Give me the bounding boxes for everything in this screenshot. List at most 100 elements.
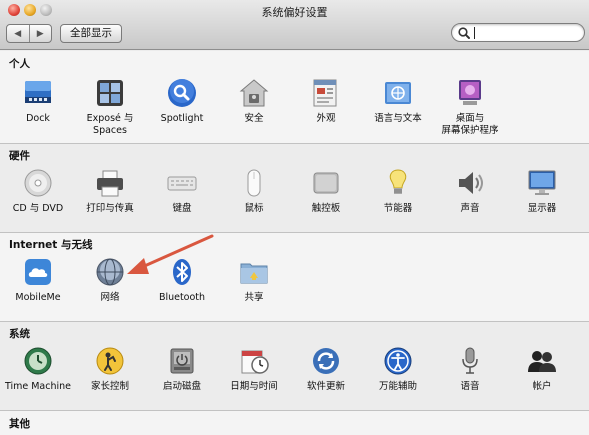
pref-trackpad[interactable]: 触控板	[290, 167, 362, 215]
pref-label: 触控板	[311, 203, 341, 214]
pref-time-machine[interactable]: Time Machine	[2, 345, 74, 393]
pref-label: 鼠标	[244, 203, 264, 214]
pref-startup-disk[interactable]: 启动磁盘	[146, 345, 218, 393]
pref-label: 安全	[244, 113, 264, 124]
pref-displays[interactable]: 显示器	[506, 167, 578, 215]
startup-disk-icon	[170, 348, 194, 374]
pref-parental-controls[interactable]: 家长控制	[74, 345, 146, 393]
pref-label: 键盘	[172, 203, 192, 214]
trackpad-icon	[313, 172, 339, 194]
pref-language-text[interactable]: 语言与文本	[362, 77, 434, 125]
section-internet-wireless: Internet 与无线 MobileMe 网络 Bluetooth 共享	[0, 233, 589, 321]
back-button[interactable]: ◀	[7, 25, 29, 42]
pref-sound[interactable]: 声音	[434, 167, 506, 215]
pref-dock[interactable]: Dock	[2, 77, 74, 125]
pref-cd-dvd[interactable]: CD 与 DVD	[2, 167, 74, 215]
cd-dvd-icon	[24, 169, 52, 197]
pref-label: 桌面与 屏幕保护程序	[441, 113, 499, 136]
navigation-buttons: ◀ ▶	[6, 24, 52, 43]
pref-expose-spaces[interactable]: Exposé 与 Spaces	[74, 77, 146, 137]
appearance-icon	[313, 79, 337, 107]
energy-saver-icon	[389, 169, 407, 194]
section-title-hardware: 硬件	[9, 150, 30, 162]
mouse-icon	[247, 169, 261, 197]
network-icon	[96, 258, 124, 286]
pref-label: 软件更新	[306, 381, 345, 392]
pref-label: Exposé 与 Spaces	[86, 113, 134, 136]
section-personal: 个人 Dock Exposé 与 Spaces Spotlight 安全 外观 …	[0, 51, 589, 143]
print-fax-icon	[97, 170, 123, 197]
pref-energy-saver[interactable]: 节能器	[362, 167, 434, 215]
window-title: 系统偏好设置	[261, 6, 328, 19]
pref-bluetooth[interactable]: Bluetooth	[146, 256, 218, 304]
section-system: 系统 Time Machine 家长控制 启动磁盘 日期与时间 软件更新 万能辅…	[0, 322, 589, 410]
dock-icon	[25, 81, 51, 103]
language-text-icon	[385, 82, 411, 104]
search-field[interactable]	[451, 23, 585, 42]
pref-security[interactable]: 安全	[218, 77, 290, 125]
section-other: 其他	[0, 411, 589, 435]
pref-speech[interactable]: 语音	[434, 345, 506, 393]
show-all-button[interactable]: 全部显示	[60, 24, 122, 43]
pref-desktop-screensaver[interactable]: 桌面与 屏幕保护程序	[434, 77, 506, 137]
pref-print-fax[interactable]: 打印与传真	[74, 167, 146, 215]
pref-label: 日期与时间	[230, 381, 278, 392]
pref-label: 外观	[316, 113, 336, 124]
bluetooth-icon	[173, 259, 191, 285]
displays-icon	[528, 170, 556, 195]
section-hardware: 硬件 CD 与 DVD 打印与传真 键盘 鼠标 触控板 节能器 声音 显示器	[0, 144, 589, 232]
pref-label: Bluetooth	[158, 292, 206, 303]
speech-icon	[462, 347, 478, 374]
pref-label: Spotlight	[160, 113, 204, 124]
pref-label: 语音	[460, 381, 480, 392]
pref-label: 显示器	[527, 203, 557, 214]
universal-access-icon	[384, 347, 412, 375]
pref-label: 节能器	[383, 203, 413, 214]
keyboard-icon	[167, 176, 197, 191]
pref-label: 家长控制	[90, 381, 129, 392]
date-time-icon	[241, 350, 269, 374]
pref-spotlight[interactable]: Spotlight	[146, 77, 218, 125]
software-update-icon	[313, 348, 339, 374]
pref-sharing[interactable]: 共享	[218, 256, 290, 304]
desktop-screensaver-icon	[459, 80, 481, 105]
search-input[interactable]	[474, 27, 475, 39]
pref-label: MobileMe	[15, 292, 61, 303]
sound-icon	[459, 172, 483, 194]
pref-label: Time Machine	[4, 381, 72, 392]
toolbar: 系统偏好设置 ◀ ▶ 全部显示	[0, 0, 589, 50]
pref-label: 打印与传真	[86, 203, 134, 214]
forward-button[interactable]: ▶	[28, 25, 52, 42]
pref-label: CD 与 DVD	[12, 203, 64, 214]
pref-mouse[interactable]: 鼠标	[218, 167, 290, 215]
accounts-icon	[528, 351, 556, 372]
pref-appearance[interactable]: 外观	[290, 77, 362, 125]
mobileme-icon	[25, 259, 51, 285]
pref-universal-access[interactable]: 万能辅助	[362, 345, 434, 393]
search-icon	[458, 27, 470, 39]
pref-network[interactable]: 网络	[74, 256, 146, 304]
pref-label: 语言与文本	[374, 113, 422, 124]
section-title-personal: 个人	[9, 58, 30, 70]
time-machine-icon	[24, 347, 52, 375]
pref-mobileme[interactable]: MobileMe	[2, 256, 74, 304]
pref-label: 帐户	[532, 381, 552, 392]
system-preferences-window: 系统偏好设置 ◀ ▶ 全部显示 个人 Dock Exposé 与 Spaces …	[0, 0, 589, 435]
parental-controls-icon	[96, 347, 124, 375]
spotlight-icon	[168, 79, 196, 107]
pref-label: 声音	[460, 203, 480, 214]
pref-label: 启动磁盘	[162, 381, 201, 392]
pref-label: 共享	[244, 292, 264, 303]
pref-software-update[interactable]: 软件更新	[290, 345, 362, 393]
pref-date-time[interactable]: 日期与时间	[218, 345, 290, 393]
section-title-internet-wireless: Internet 与无线	[9, 239, 93, 251]
pref-label: Dock	[26, 113, 50, 124]
expose-spaces-icon	[97, 80, 123, 106]
security-icon	[239, 79, 269, 107]
pref-keyboard[interactable]: 键盘	[146, 167, 218, 215]
pref-accounts[interactable]: 帐户	[506, 345, 578, 393]
sharing-icon	[240, 263, 268, 284]
pref-label: 万能辅助	[378, 381, 417, 392]
section-title-other: 其他	[9, 418, 30, 430]
section-title-system: 系统	[9, 328, 30, 340]
